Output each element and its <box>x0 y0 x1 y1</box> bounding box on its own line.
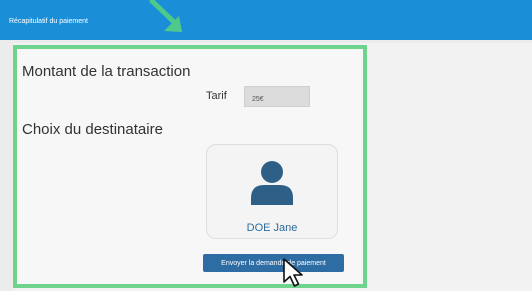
mouse-pointer-icon <box>283 258 303 287</box>
top-bar: Récapitulatif du paiement <box>0 0 532 40</box>
recipient-heading: Choix du destinataire <box>22 121 163 138</box>
recipient-name: DOE Jane <box>246 222 298 234</box>
user-avatar-icon <box>251 161 293 205</box>
transaction-amount-heading: Montant de la transaction <box>22 63 191 80</box>
tarif-label: Tarif <box>206 90 227 102</box>
recipient-card[interactable]: DOE Jane <box>206 144 338 239</box>
arrow-down-right-icon <box>149 0 182 32</box>
page-title: Récapitulatif du paiement <box>9 18 88 25</box>
send-payment-request-button[interactable]: Envoyer la demande de paiement <box>203 254 344 272</box>
tarif-field[interactable] <box>244 86 310 107</box>
